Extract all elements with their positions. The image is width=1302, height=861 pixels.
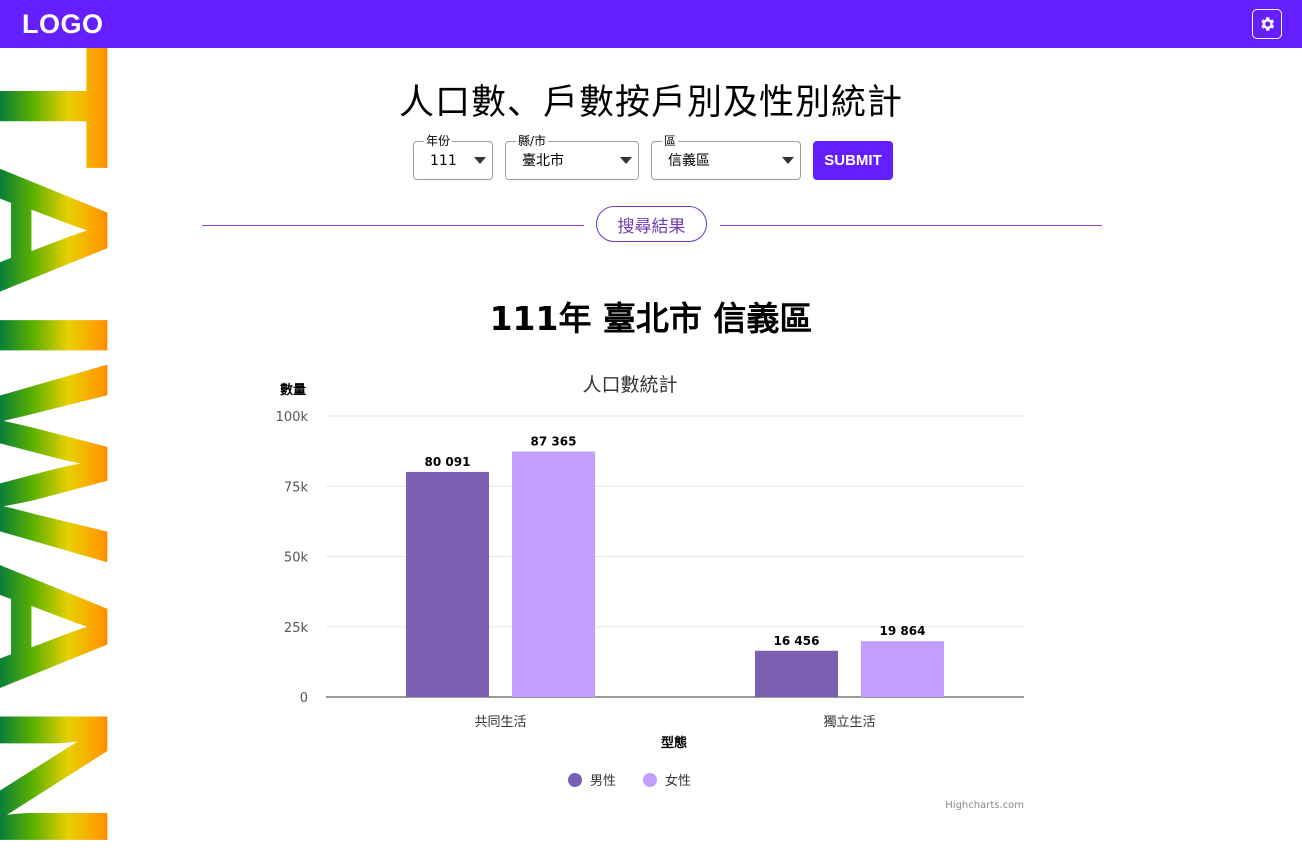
year-value: 111 bbox=[430, 153, 457, 169]
bar-data-label: 87 365 bbox=[531, 435, 577, 449]
legend-item-female[interactable]: 女性 bbox=[643, 773, 691, 789]
y-tick-label: 0 bbox=[300, 691, 308, 706]
y-tick-label: 25k bbox=[284, 621, 309, 636]
submit-button[interactable]: SUBMIT bbox=[813, 141, 893, 180]
population-chart: 人口數統計 數量 0 25k 50k 75k 100k 80 091 87 365 16 4… bbox=[276, 374, 1024, 811]
bar-data-label: 19 864 bbox=[880, 624, 926, 638]
year-select[interactable]: 年份 111 bbox=[413, 134, 493, 180]
settings-button[interactable] bbox=[1252, 9, 1282, 39]
gear-icon bbox=[1261, 17, 1275, 31]
chevron-down-icon bbox=[474, 157, 486, 164]
legend-label: 男性 bbox=[590, 774, 616, 789]
legend-marker bbox=[568, 773, 582, 787]
chart-credits: Highcharts.com bbox=[945, 800, 1024, 811]
search-result-label: 搜尋結果 bbox=[596, 206, 707, 242]
district-legend: 區 bbox=[662, 134, 679, 148]
legend-marker bbox=[643, 773, 657, 787]
legend-label: 女性 bbox=[665, 773, 691, 789]
y-tick-label: 100k bbox=[276, 410, 309, 425]
county-legend: 縣/市 bbox=[516, 134, 549, 148]
x-tick-label: 獨立生活 bbox=[823, 715, 875, 730]
bar-female[interactable] bbox=[512, 451, 595, 697]
x-axis-title: 型態 bbox=[661, 735, 687, 751]
taiwan-text: TAIWAN bbox=[0, 48, 120, 854]
taiwan-rainbow-art: TAIWAN bbox=[0, 48, 120, 854]
top-app-bar: LOGO bbox=[0, 0, 1302, 48]
bar-male[interactable] bbox=[406, 471, 489, 697]
county-value: 臺北市 bbox=[522, 153, 564, 169]
y-tick-label: 50k bbox=[284, 551, 309, 566]
logo[interactable]: LOGO bbox=[22, 9, 104, 40]
divider-right bbox=[720, 225, 1102, 226]
page-title: 人口數、戶數按戶別及性別統計 bbox=[398, 83, 903, 123]
county-select[interactable]: 縣/市 臺北市 bbox=[505, 134, 639, 180]
chart-title: 人口數統計 bbox=[582, 374, 677, 396]
bar-male[interactable] bbox=[755, 650, 838, 697]
divider-left bbox=[202, 225, 584, 226]
district-value: 信義區 bbox=[668, 153, 710, 169]
legend-item-male[interactable]: 男性 bbox=[568, 773, 616, 789]
bar-female[interactable] bbox=[861, 641, 944, 697]
chevron-down-icon bbox=[782, 157, 794, 164]
bar-data-label: 16 456 bbox=[774, 634, 820, 648]
filter-bar: 年份 111 縣/市 臺北市 區 信義區 SUBMIT bbox=[413, 134, 893, 180]
chevron-down-icon bbox=[620, 157, 632, 164]
y-axis-title: 數量 bbox=[280, 382, 306, 398]
district-select[interactable]: 區 信義區 bbox=[651, 134, 801, 180]
year-legend: 年份 bbox=[424, 134, 453, 148]
x-tick-label: 共同生活 bbox=[474, 715, 526, 730]
bar-data-label: 80 091 bbox=[425, 455, 471, 469]
result-heading: 111年 臺北市 信義區 bbox=[489, 299, 813, 338]
y-tick-label: 75k bbox=[284, 480, 309, 495]
